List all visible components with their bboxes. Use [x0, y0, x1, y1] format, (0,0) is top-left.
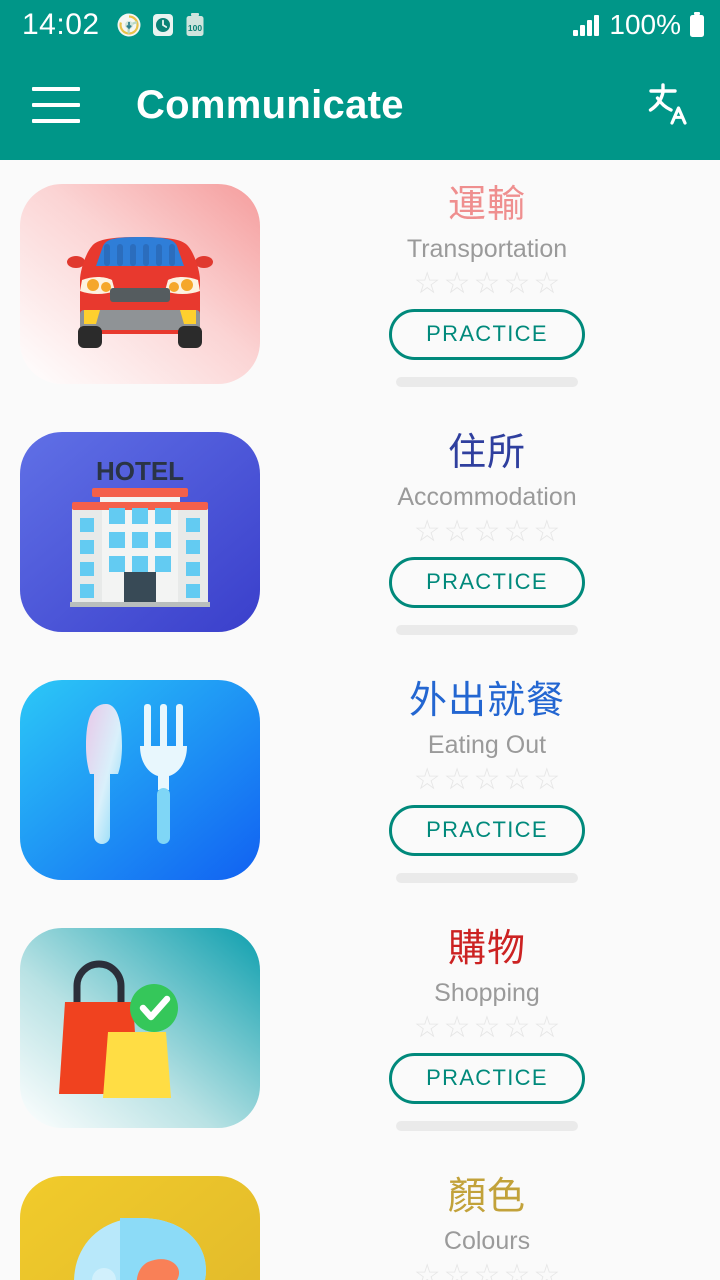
topic-thumbnail[interactable]	[0, 928, 280, 1128]
status-notification-icons: 100	[116, 12, 206, 38]
hamburger-line-1	[32, 87, 80, 91]
thumb-eating-out	[20, 680, 260, 880]
star-1[interactable]: ☆	[414, 516, 441, 547]
topic-native-title: 住所	[447, 431, 526, 474]
topic-english-subtitle: Colours	[443, 1226, 531, 1255]
list-item[interactable]: 運輸 Transportation ☆ ☆ ☆ ☆ ☆ PRACTICE	[0, 160, 720, 408]
list-item[interactable]: HOTEL 住所 Accommodation ☆ ☆ ☆ ☆ ☆ PRACTIC…	[0, 408, 720, 656]
hamburger-line-2	[32, 103, 80, 107]
topic-native-title: 運輸	[447, 183, 526, 226]
star-3[interactable]: ☆	[474, 268, 501, 299]
topic-native-title: 外出就餐	[408, 679, 565, 722]
star-4[interactable]: ☆	[503, 764, 530, 795]
shopping-bags-icon	[20, 928, 260, 1128]
car-icon	[20, 184, 260, 384]
star-2[interactable]: ☆	[444, 1260, 471, 1280]
star-5[interactable]: ☆	[533, 268, 560, 299]
topic-native-title: 購物	[447, 927, 526, 970]
svg-text:100: 100	[187, 23, 201, 33]
rating-stars[interactable]: ☆ ☆ ☆ ☆ ☆	[414, 764, 561, 795]
status-clock: 14:02	[22, 8, 100, 41]
star-3[interactable]: ☆	[474, 1012, 501, 1043]
rating-stars[interactable]: ☆ ☆ ☆ ☆ ☆	[414, 1012, 561, 1043]
list-item[interactable]: 購物 Shopping ☆ ☆ ☆ ☆ ☆ PRACTICE	[0, 904, 720, 1152]
thumb-accommodation: HOTEL	[20, 432, 260, 632]
star-4[interactable]: ☆	[503, 1260, 530, 1280]
progress-bar	[396, 624, 578, 635]
practice-button[interactable]: PRACTICE	[389, 556, 585, 608]
rating-stars[interactable]: ☆ ☆ ☆ ☆ ☆	[414, 268, 561, 299]
progress-bar	[396, 872, 578, 883]
star-4[interactable]: ☆	[503, 268, 530, 299]
topic-info: 外出就餐 Eating Out ☆ ☆ ☆ ☆ ☆ PRACTICE	[280, 678, 720, 883]
translate-icon-glyph	[648, 83, 687, 125]
star-5[interactable]: ☆	[533, 764, 560, 795]
rating-stars[interactable]: ☆ ☆ ☆ ☆ ☆	[414, 1260, 561, 1280]
alarm-clock-icon	[152, 14, 173, 36]
progress-bar	[396, 1120, 578, 1131]
star-2[interactable]: ☆	[444, 764, 471, 795]
practice-button[interactable]: PRACTICE	[389, 308, 585, 360]
translate-icon[interactable]	[638, 77, 694, 133]
star-2[interactable]: ☆	[444, 268, 471, 299]
star-4[interactable]: ☆	[503, 516, 530, 547]
star-1[interactable]: ☆	[414, 1012, 441, 1043]
hamburger-menu-icon[interactable]	[32, 87, 80, 123]
hotel-building-icon: HOTEL	[20, 432, 260, 632]
star-1[interactable]: ☆	[414, 268, 441, 299]
thumb-colours	[20, 1176, 260, 1280]
signal-bars-icon	[573, 15, 600, 36]
topic-thumbnail[interactable]	[0, 184, 280, 384]
star-5[interactable]: ☆	[533, 1260, 560, 1280]
star-3[interactable]: ☆	[474, 516, 501, 547]
status-system-icons: 100%	[572, 9, 706, 41]
topic-info: 住所 Accommodation ☆ ☆ ☆ ☆ ☆ PRACTICE	[280, 430, 720, 635]
topic-list[interactable]: 運輸 Transportation ☆ ☆ ☆ ☆ ☆ PRACTICE HOT…	[0, 160, 720, 1280]
topic-english-subtitle: Transportation	[406, 234, 568, 263]
star-1[interactable]: ☆	[414, 764, 441, 795]
star-3[interactable]: ☆	[474, 1260, 501, 1280]
topic-native-title: 顏色	[447, 1175, 526, 1218]
star-4[interactable]: ☆	[503, 1012, 530, 1043]
star-5[interactable]: ☆	[533, 516, 560, 547]
topic-info: 運輸 Transportation ☆ ☆ ☆ ☆ ☆ PRACTICE	[280, 182, 720, 387]
practice-button[interactable]: PRACTICE	[389, 1052, 585, 1104]
topic-info: 顏色 Colours ☆ ☆ ☆ ☆ ☆ PRACTICE	[280, 1174, 720, 1280]
topic-thumbnail[interactable]	[0, 680, 280, 880]
sync-circle-icon	[117, 13, 141, 37]
list-item[interactable]: 顏色 Colours ☆ ☆ ☆ ☆ ☆ PRACTICE	[0, 1152, 720, 1280]
cutlery-icon	[20, 680, 260, 880]
battery-saver-icon: 100	[186, 13, 204, 36]
app-bar: Communicate	[0, 50, 720, 160]
battery-percent-label: 100%	[609, 9, 681, 40]
topic-english-subtitle: Accommodation	[397, 482, 577, 511]
status-bar: 14:02 100 100%	[0, 0, 720, 50]
list-item[interactable]: 外出就餐 Eating Out ☆ ☆ ☆ ☆ ☆ PRACTICE	[0, 656, 720, 904]
topic-english-subtitle: Shopping	[434, 978, 540, 1007]
battery-full-icon	[690, 12, 704, 37]
rating-stars[interactable]: ☆ ☆ ☆ ☆ ☆	[414, 516, 561, 547]
hamburger-line-3	[32, 119, 80, 123]
thumb-shopping	[20, 928, 260, 1128]
page-title: Communicate	[136, 82, 404, 127]
thumb-transportation	[20, 184, 260, 384]
star-3[interactable]: ☆	[474, 764, 501, 795]
practice-button[interactable]: PRACTICE	[389, 804, 585, 856]
star-1[interactable]: ☆	[414, 1260, 441, 1280]
star-2[interactable]: ☆	[444, 516, 471, 547]
paint-palette-icon	[20, 1176, 260, 1280]
progress-bar	[396, 376, 578, 387]
svg-text:HOTEL: HOTEL	[96, 456, 184, 486]
star-2[interactable]: ☆	[444, 1012, 471, 1043]
topic-english-subtitle: Eating Out	[427, 730, 547, 759]
topic-thumbnail[interactable]	[0, 1176, 280, 1280]
star-5[interactable]: ☆	[533, 1012, 560, 1043]
topic-info: 購物 Shopping ☆ ☆ ☆ ☆ ☆ PRACTICE	[280, 926, 720, 1131]
topic-thumbnail[interactable]: HOTEL	[0, 432, 280, 632]
